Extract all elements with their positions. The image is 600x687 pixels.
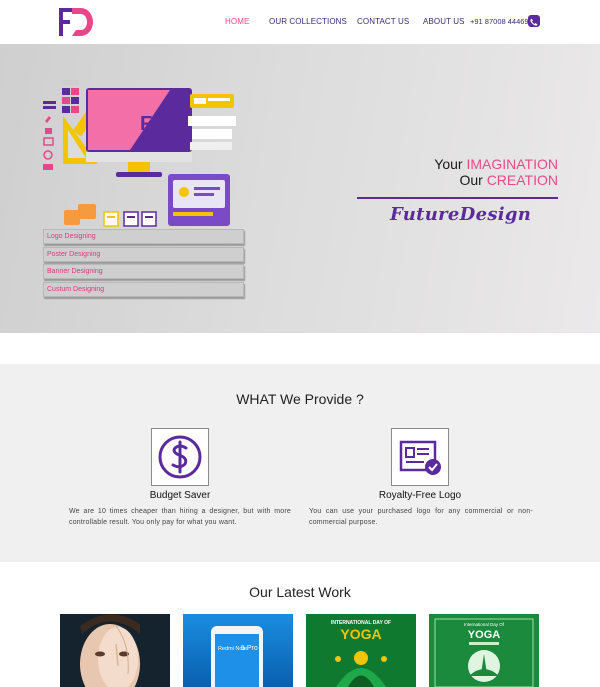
brand-script-logo: FutureDesign <box>390 204 532 225</box>
certificate-icon <box>391 428 449 486</box>
tagline-divider <box>357 197 558 199</box>
yoga-light-subtitle: International Day Of <box>464 622 505 627</box>
service-poster-designing[interactable]: Poster Designing <box>43 246 244 262</box>
design-illustration: FD <box>43 80 236 227</box>
work-item-yoga-dark[interactable]: INTERNATIONAL DAY OF YOGA <box>306 614 416 687</box>
work-item-yoga-light[interactable]: International Day Of YOGA <box>429 614 539 687</box>
service-list: Logo Designing Poster Designing Banner D… <box>43 229 244 299</box>
service-banner-designing[interactable]: Banner Designing <box>43 264 244 280</box>
nav-link-about-us[interactable]: ABOUT US <box>423 17 465 26</box>
tagline-prefix-2: Our <box>459 172 487 188</box>
feature-title-budget-saver: Budget Saver <box>149 490 211 501</box>
nav-link-our-collections[interactable]: OUR COLLECTIONS <box>269 17 347 26</box>
work-item-face[interactable] <box>60 614 170 687</box>
phone-number[interactable]: +91 87008 44469 <box>470 17 529 26</box>
feature-title-royalty-free-logo: Royalty-Free Logo <box>378 490 462 501</box>
top-navbar: HOME OUR COLLECTIONS CONTACT US ABOUT US… <box>0 0 600 44</box>
phone-icon[interactable] <box>528 15 540 27</box>
phone-ad-text-b: 5 Pro <box>241 645 258 652</box>
nav-link-home[interactable]: HOME <box>225 17 249 26</box>
yoga-dark-title: YOGA <box>340 626 381 642</box>
hero-banner: FD Logo Designing Poster Designing Banne… <box>0 44 600 333</box>
service-custum-designing[interactable]: Custum Designing <box>43 281 244 297</box>
brand-logo[interactable] <box>59 8 95 36</box>
nav-link-contact-us[interactable]: CONTACT US <box>357 17 409 26</box>
feature-desc-royalty-free-logo: You can use your purchased logo for any … <box>309 508 533 526</box>
tagline-highlight-2: CREATION <box>486 172 558 188</box>
service-logo-designing[interactable]: Logo Designing <box>43 229 244 244</box>
latest-work-title: Our Latest Work <box>249 584 351 600</box>
yoga-light-title: YOGA <box>468 629 500 641</box>
tagline-highlight-1: IMAGINATION <box>466 156 558 172</box>
monitor-monogram: FD <box>140 113 167 135</box>
dollar-icon <box>151 428 209 486</box>
tagline-prefix-1: Your <box>434 156 467 172</box>
feature-desc-budget-saver: We are 10 times cheaper than hiring a de… <box>69 508 291 526</box>
work-item-phone-ad[interactable]: Redmi Note 5 Pro <box>183 614 293 687</box>
hero-tagline: Your IMAGINATION Our CREATION <box>434 156 558 188</box>
provide-section: WHAT We Provide ? Budget Saver We are 10… <box>0 364 600 562</box>
provide-title: WHAT We Provide ? <box>236 391 364 407</box>
